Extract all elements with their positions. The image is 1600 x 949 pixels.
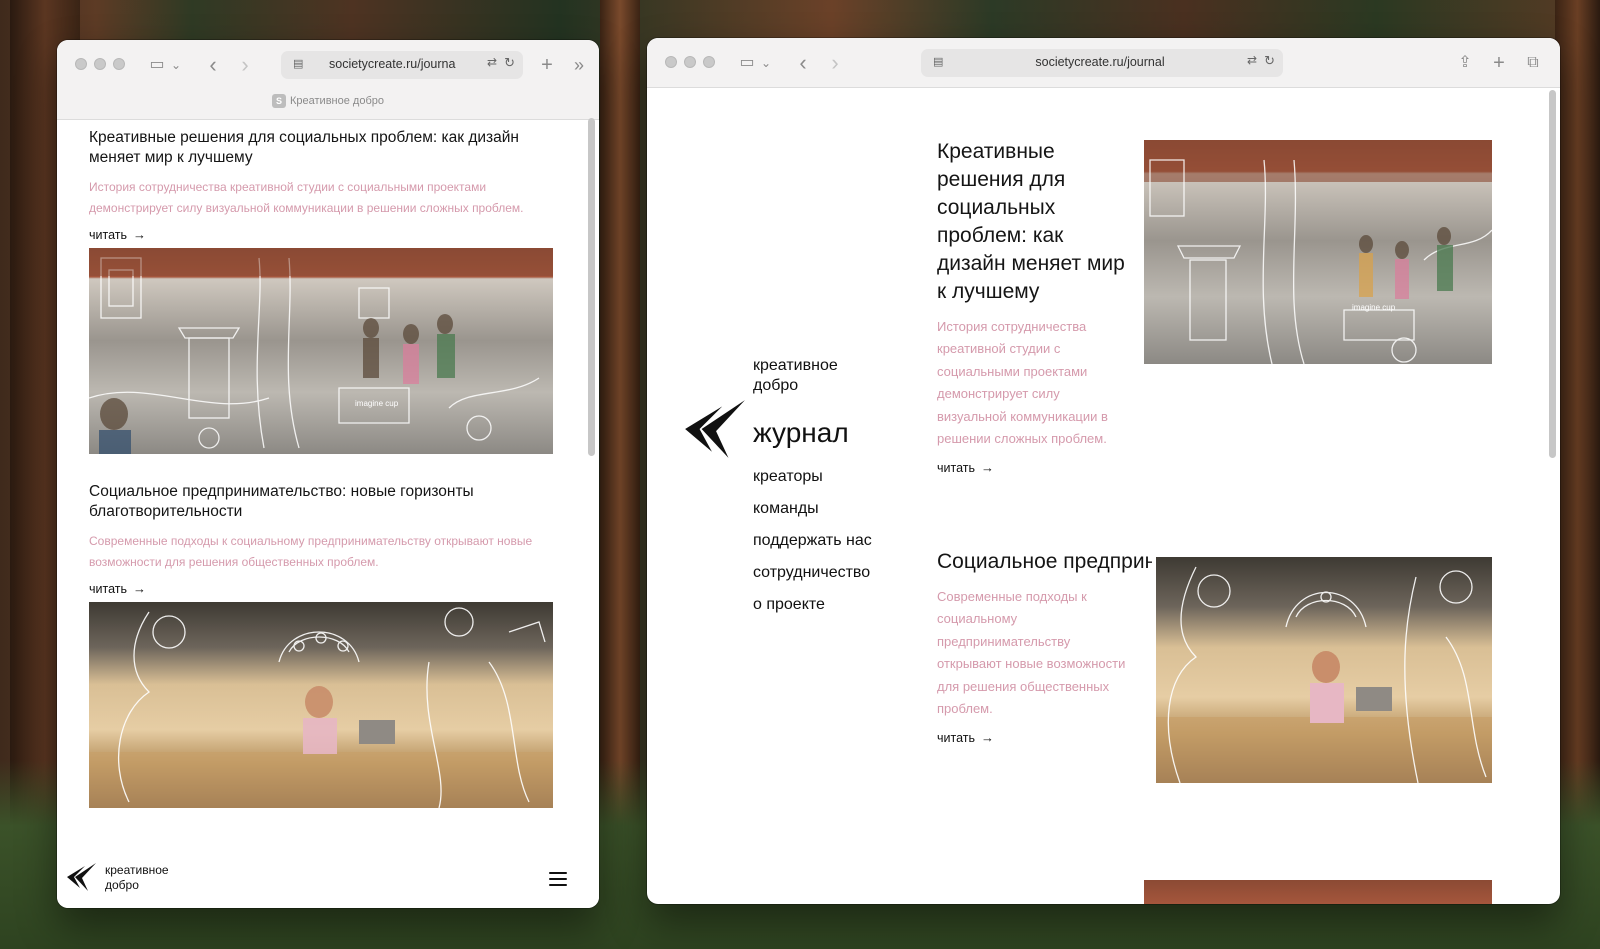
brand-line-1: креативное [105, 863, 169, 877]
arrow-right-icon: → [981, 730, 994, 746]
brand-name[interactable]: креативное добро [753, 356, 923, 396]
close-button[interactable] [665, 56, 677, 68]
article-image[interactable] [89, 602, 553, 808]
translate-icon[interactable]: ⇄ [1247, 53, 1257, 67]
browser-window-narrow: ▭ ⌄ ‹ › ▤ societycreate.ru/journa ⇄ ↻ + … [57, 40, 599, 908]
window-controls [75, 58, 125, 70]
scrollbar[interactable] [588, 118, 595, 456]
article-title[interactable]: Креативные решения для социальных пробле… [89, 128, 553, 168]
translate-icon[interactable]: ⇄ [487, 55, 497, 69]
read-link[interactable]: читать → [937, 460, 1127, 475]
back-icon[interactable]: ‹ [791, 52, 815, 74]
chevron-down-icon[interactable]: ⌄ [169, 54, 183, 76]
read-link[interactable]: читать → [89, 581, 553, 596]
read-link[interactable]: читать → [89, 227, 553, 242]
mobile-footer: креативное добро [57, 850, 599, 908]
arrow-right-icon: → [133, 227, 146, 242]
sidebar-icon[interactable]: ▭ [735, 52, 759, 74]
tab-title-text: Креативное добро [290, 95, 384, 107]
reload-icon[interactable]: ↻ [1264, 53, 1275, 69]
article-card: Креативные решения для социальных пробле… [937, 138, 1127, 475]
brand-name[interactable]: креативное добро [105, 863, 169, 893]
article-image[interactable]: imagine cup [1144, 140, 1492, 364]
article-card: Социальное предпринимательство: новые го… [937, 548, 1152, 745]
forward-icon[interactable]: › [233, 54, 257, 76]
site-navigation: креативное добро журнал креаторы команды… [753, 356, 923, 615]
brand-logo-icon[interactable] [681, 398, 747, 460]
article-image[interactable] [1144, 880, 1492, 904]
read-link[interactable]: читать → [937, 730, 1152, 745]
article-list: Креативные решения для социальных пробле… [89, 128, 553, 808]
image-caption: imagine cup [355, 399, 399, 408]
zoom-button[interactable] [113, 58, 125, 70]
article-description: Современные подходы к социальному предпр… [89, 534, 533, 569]
browser-window-wide: ▭ ⌄ ‹ › ▤ societycreate.ru/journal ⇄ ↻ ⇪… [647, 38, 1560, 904]
address-url: societycreate.ru/journa [329, 57, 456, 71]
article-card: Социальное предпринимательство: новые го… [89, 482, 553, 808]
nav-item-about[interactable]: о проекте [753, 595, 923, 615]
scrollbar[interactable] [1549, 90, 1556, 458]
arrow-right-icon: → [133, 581, 146, 596]
article-description: История сотрудничества креативной студии… [89, 180, 524, 215]
brand-line-1: креативное [753, 357, 838, 374]
read-link-label: читать [937, 730, 975, 745]
sketch-overlay [1156, 566, 1492, 783]
sketch-overlay: imagine cup [89, 248, 553, 454]
sketch-overlay [89, 607, 553, 808]
more-tabs-icon[interactable]: » [567, 54, 591, 76]
new-tab-icon[interactable]: + [535, 54, 559, 76]
article-image[interactable]: imagine cup [89, 248, 553, 454]
article-title[interactable]: Социальное предпринимательство: новые го… [89, 482, 553, 522]
address-bar[interactable]: ▤ societycreate.ru/journal ⇄ ↻ [921, 49, 1283, 77]
back-icon[interactable]: ‹ [201, 54, 225, 76]
new-tab-icon[interactable]: + [1487, 52, 1511, 74]
address-url: societycreate.ru/journal [1035, 55, 1165, 69]
tab-title[interactable]: S Креативное добро [57, 94, 599, 114]
forward-icon[interactable]: › [823, 52, 847, 74]
brand-line-2: добро [753, 377, 799, 394]
article-description: История сотрудничества креативной студии… [937, 319, 1108, 447]
minimize-button[interactable] [94, 58, 106, 70]
nav-item-teams[interactable]: команды [753, 499, 923, 519]
sketch-overlay: imagine cup [1144, 140, 1492, 364]
browser-toolbar: ▭ ⌄ ‹ › ▤ societycreate.ru/journa ⇄ ↻ + … [57, 40, 599, 120]
article-card: Креативные решения для социальных пробле… [89, 128, 553, 454]
brand-logo-icon[interactable] [65, 862, 97, 892]
tab-overview-icon[interactable]: ⧉ [1521, 52, 1545, 74]
address-bar[interactable]: ▤ societycreate.ru/journa ⇄ ↻ [281, 51, 523, 79]
minimize-button[interactable] [684, 56, 696, 68]
article-image[interactable] [1156, 557, 1492, 783]
nav-current-journal[interactable]: журнал [753, 416, 923, 450]
read-link-label: читать [937, 460, 975, 475]
window-controls [665, 56, 715, 68]
nav-item-support[interactable]: поддержать нас [753, 531, 923, 551]
zoom-button[interactable] [703, 56, 715, 68]
article-title[interactable]: Креативные решения для социальных пробле… [937, 138, 1127, 306]
read-link-label: читать [89, 227, 127, 242]
arrow-right-icon: → [981, 460, 994, 476]
article-title[interactable]: Социальное предпринимательство: новые го… [937, 548, 1152, 576]
browser-toolbar: ▭ ⌄ ‹ › ▤ societycreate.ru/journal ⇄ ↻ ⇪… [647, 38, 1560, 88]
nav-item-creators[interactable]: креаторы [753, 467, 923, 487]
read-link-label: читать [89, 581, 127, 596]
sidebar-icon[interactable]: ▭ [145, 54, 169, 76]
nav-item-partnership[interactable]: сотрудничество [753, 563, 923, 583]
share-icon[interactable]: ⇪ [1453, 52, 1477, 74]
brand-line-2: добро [105, 878, 139, 892]
page-menu-icon[interactable]: ▤ [293, 57, 307, 71]
close-button[interactable] [75, 58, 87, 70]
image-caption: imagine cup [1352, 303, 1396, 312]
chevron-down-icon[interactable]: ⌄ [759, 52, 773, 74]
favicon: S [272, 94, 286, 108]
page-menu-icon[interactable]: ▤ [933, 55, 947, 69]
reload-icon[interactable]: ↻ [504, 55, 515, 71]
menu-icon[interactable] [549, 872, 567, 886]
article-description: Современные подходы к социальному предпр… [937, 589, 1126, 717]
